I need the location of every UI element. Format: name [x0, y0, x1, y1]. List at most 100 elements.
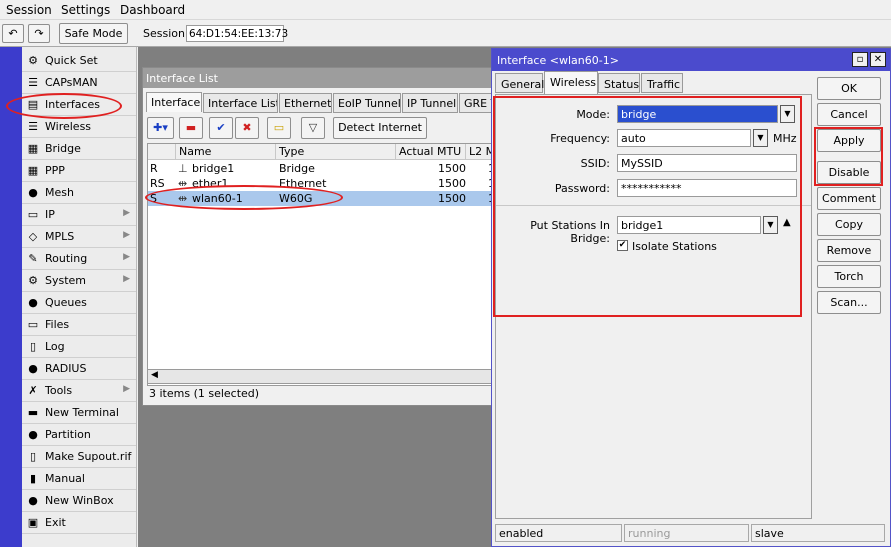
- menu-settings[interactable]: Settings: [61, 3, 110, 17]
- restore-icon[interactable]: ▫: [852, 52, 868, 67]
- capsman-icon: ☰: [28, 76, 38, 89]
- mode-select[interactable]: bridge: [617, 105, 778, 123]
- sidebar-item-exit[interactable]: ▣ Exit: [22, 512, 136, 534]
- queues-icon: ●: [28, 296, 38, 309]
- sidebar-item-new-winbox[interactable]: ● New WinBox: [22, 490, 136, 512]
- password-input[interactable]: ***********: [617, 179, 797, 197]
- sidebar-item-mesh[interactable]: ● Mesh: [22, 182, 136, 204]
- tab-wireless[interactable]: Wireless: [544, 71, 598, 95]
- manual-icon: ▮: [29, 472, 37, 485]
- col-flags[interactable]: [148, 144, 176, 160]
- col-name[interactable]: Name: [176, 144, 276, 160]
- sidebar-item-system[interactable]: ⚙ System ▶: [22, 270, 136, 292]
- copy-button[interactable]: Copy: [817, 213, 881, 236]
- menu-dashboard[interactable]: Dashboard: [120, 3, 185, 17]
- redo-icon[interactable]: ↷: [28, 24, 50, 43]
- sidebar-item-ppp[interactable]: ▦ PPP: [22, 160, 136, 182]
- table-row-selected[interactable]: S ⇹ wlan60-1 W60G 1500 1: [148, 191, 495, 206]
- sidebar-item-label: IP: [45, 208, 55, 221]
- tab-interface[interactable]: Interface: [146, 92, 202, 112]
- sidebar-item-new-terminal[interactable]: ▬ New Terminal: [22, 402, 136, 424]
- system-icon: ⚙: [28, 274, 38, 287]
- col-actual-mtu[interactable]: Actual MTU: [396, 144, 466, 160]
- session-field[interactable]: 64:D1:54:EE:13:73: [186, 25, 288, 42]
- sidebar-item-ip[interactable]: ▭ IP ▶: [22, 204, 136, 226]
- bridge-dropdown-icon[interactable]: ▼: [763, 216, 778, 234]
- sidebar-item-manual[interactable]: ▮ Manual: [22, 468, 136, 490]
- interface-table: Name Type Actual MTU L2 MT R ⊥ bridge1 B…: [147, 143, 495, 386]
- sidebar-item-mpls[interactable]: ◇ MPLS ▶: [22, 226, 136, 248]
- add-icon[interactable]: ✚▾: [147, 117, 174, 139]
- disable-button[interactable]: Disable: [817, 161, 881, 184]
- sidebar-item-label: CAPsMAN: [45, 76, 98, 89]
- interface-list-title: Interface List: [143, 68, 492, 88]
- sidebar-item-capsman[interactable]: ☰ CAPsMAN: [22, 72, 136, 94]
- enable-icon[interactable]: ✔: [209, 117, 233, 139]
- divider: [496, 205, 811, 206]
- tab-traffic[interactable]: Traffic: [641, 73, 683, 93]
- sidebar-item-label: Bridge: [45, 142, 81, 155]
- terminal-icon: ▬: [27, 406, 39, 419]
- quick-set-icon: ⚙: [28, 54, 38, 67]
- col-type[interactable]: Type: [276, 144, 396, 160]
- sidebar-item-wireless[interactable]: ☰ Wireless: [22, 116, 136, 138]
- sidebar-item-label: Manual: [45, 472, 85, 485]
- frequency-dropdown-icon[interactable]: ▼: [753, 129, 768, 147]
- tab-eoip-tunnel[interactable]: EoIP Tunnel: [333, 93, 401, 113]
- sidebar-item-interfaces[interactable]: ▤ Interfaces: [22, 94, 136, 116]
- sidebar-item-partition[interactable]: ● Partition: [22, 424, 136, 446]
- mode-dropdown-icon[interactable]: ▼: [780, 105, 795, 123]
- menu-bar: Session Settings Dashboard: [0, 0, 891, 20]
- sidebar-item-log[interactable]: ▯ Log: [22, 336, 136, 358]
- undo-icon[interactable]: ↶: [2, 24, 24, 43]
- ssid-input[interactable]: MySSID: [617, 154, 797, 172]
- wlan-row-icon: ⇹: [178, 192, 188, 205]
- interfaces-icon: ▤: [27, 98, 39, 111]
- sidebar-item-tools[interactable]: ✗ Tools ▶: [22, 380, 136, 402]
- remove-icon[interactable]: ▬: [179, 117, 203, 139]
- supout-icon: ▯: [29, 450, 37, 463]
- ppp-icon: ▦: [27, 164, 39, 177]
- remove-button[interactable]: Remove: [817, 239, 881, 262]
- detect-internet-button[interactable]: Detect Internet: [333, 117, 427, 139]
- tab-gre-tunnel[interactable]: GRE T: [459, 93, 493, 113]
- torch-button[interactable]: Torch: [817, 265, 881, 288]
- isolate-stations-checkbox[interactable]: ✔: [617, 240, 628, 251]
- tab-ethernet[interactable]: Ethernet: [279, 93, 332, 113]
- sidebar-item-make-supout-rif[interactable]: ▯ Make Supout.rif: [22, 446, 136, 468]
- table-row[interactable]: RS ⇹ ether1 Ethernet 1500 1: [148, 176, 495, 191]
- sidebar-item-quick-set[interactable]: ⚙ Quick Set: [22, 50, 136, 72]
- menu-session[interactable]: Session: [6, 3, 52, 17]
- tab-ip-tunnel[interactable]: IP Tunnel: [402, 93, 458, 113]
- sidebar-item-bridge[interactable]: ▦ Bridge: [22, 138, 136, 160]
- tab-status[interactable]: Status: [598, 73, 640, 93]
- filter-icon[interactable]: ▽: [301, 117, 325, 139]
- apply-button[interactable]: Apply: [817, 129, 881, 152]
- sidebar-item-radius[interactable]: ● RADIUS: [22, 358, 136, 380]
- close-icon[interactable]: ✕: [870, 52, 886, 67]
- frequency-select[interactable]: auto: [617, 129, 751, 147]
- sidebar-item-queues[interactable]: ● Queues: [22, 292, 136, 314]
- winbox-stripe: [0, 47, 22, 547]
- ok-button[interactable]: OK: [817, 77, 881, 100]
- sidebar-item-label: RADIUS: [45, 362, 87, 375]
- comment-button[interactable]: Comment: [817, 187, 881, 210]
- collapse-icon[interactable]: ▲: [783, 217, 791, 228]
- sidebar-item-label: New Terminal: [45, 406, 119, 419]
- tab-interface-list[interactable]: Interface List: [203, 93, 278, 113]
- horizontal-scrollbar[interactable]: ◀: [147, 369, 492, 384]
- sidebar-item-files[interactable]: ▭ Files: [22, 314, 136, 336]
- tab-general[interactable]: General: [495, 73, 544, 93]
- cancel-button[interactable]: Cancel: [817, 103, 881, 126]
- table-row[interactable]: R ⊥ bridge1 Bridge 1500 1: [148, 161, 495, 176]
- safe-mode-button[interactable]: Safe Mode: [59, 23, 128, 44]
- sidebar-item-label: New WinBox: [45, 494, 114, 507]
- col-l2-mtu[interactable]: L2 MT: [466, 144, 493, 160]
- ssid-label: SSID:: [580, 157, 610, 170]
- comment-icon[interactable]: ▭: [267, 117, 291, 139]
- sidebar-item-routing[interactable]: ✎ Routing ▶: [22, 248, 136, 270]
- scan-button[interactable]: Scan...: [817, 291, 881, 314]
- put-stations-select[interactable]: bridge1: [617, 216, 761, 234]
- sidebar-item-label: PPP: [45, 164, 65, 177]
- disable-icon[interactable]: ✖: [235, 117, 259, 139]
